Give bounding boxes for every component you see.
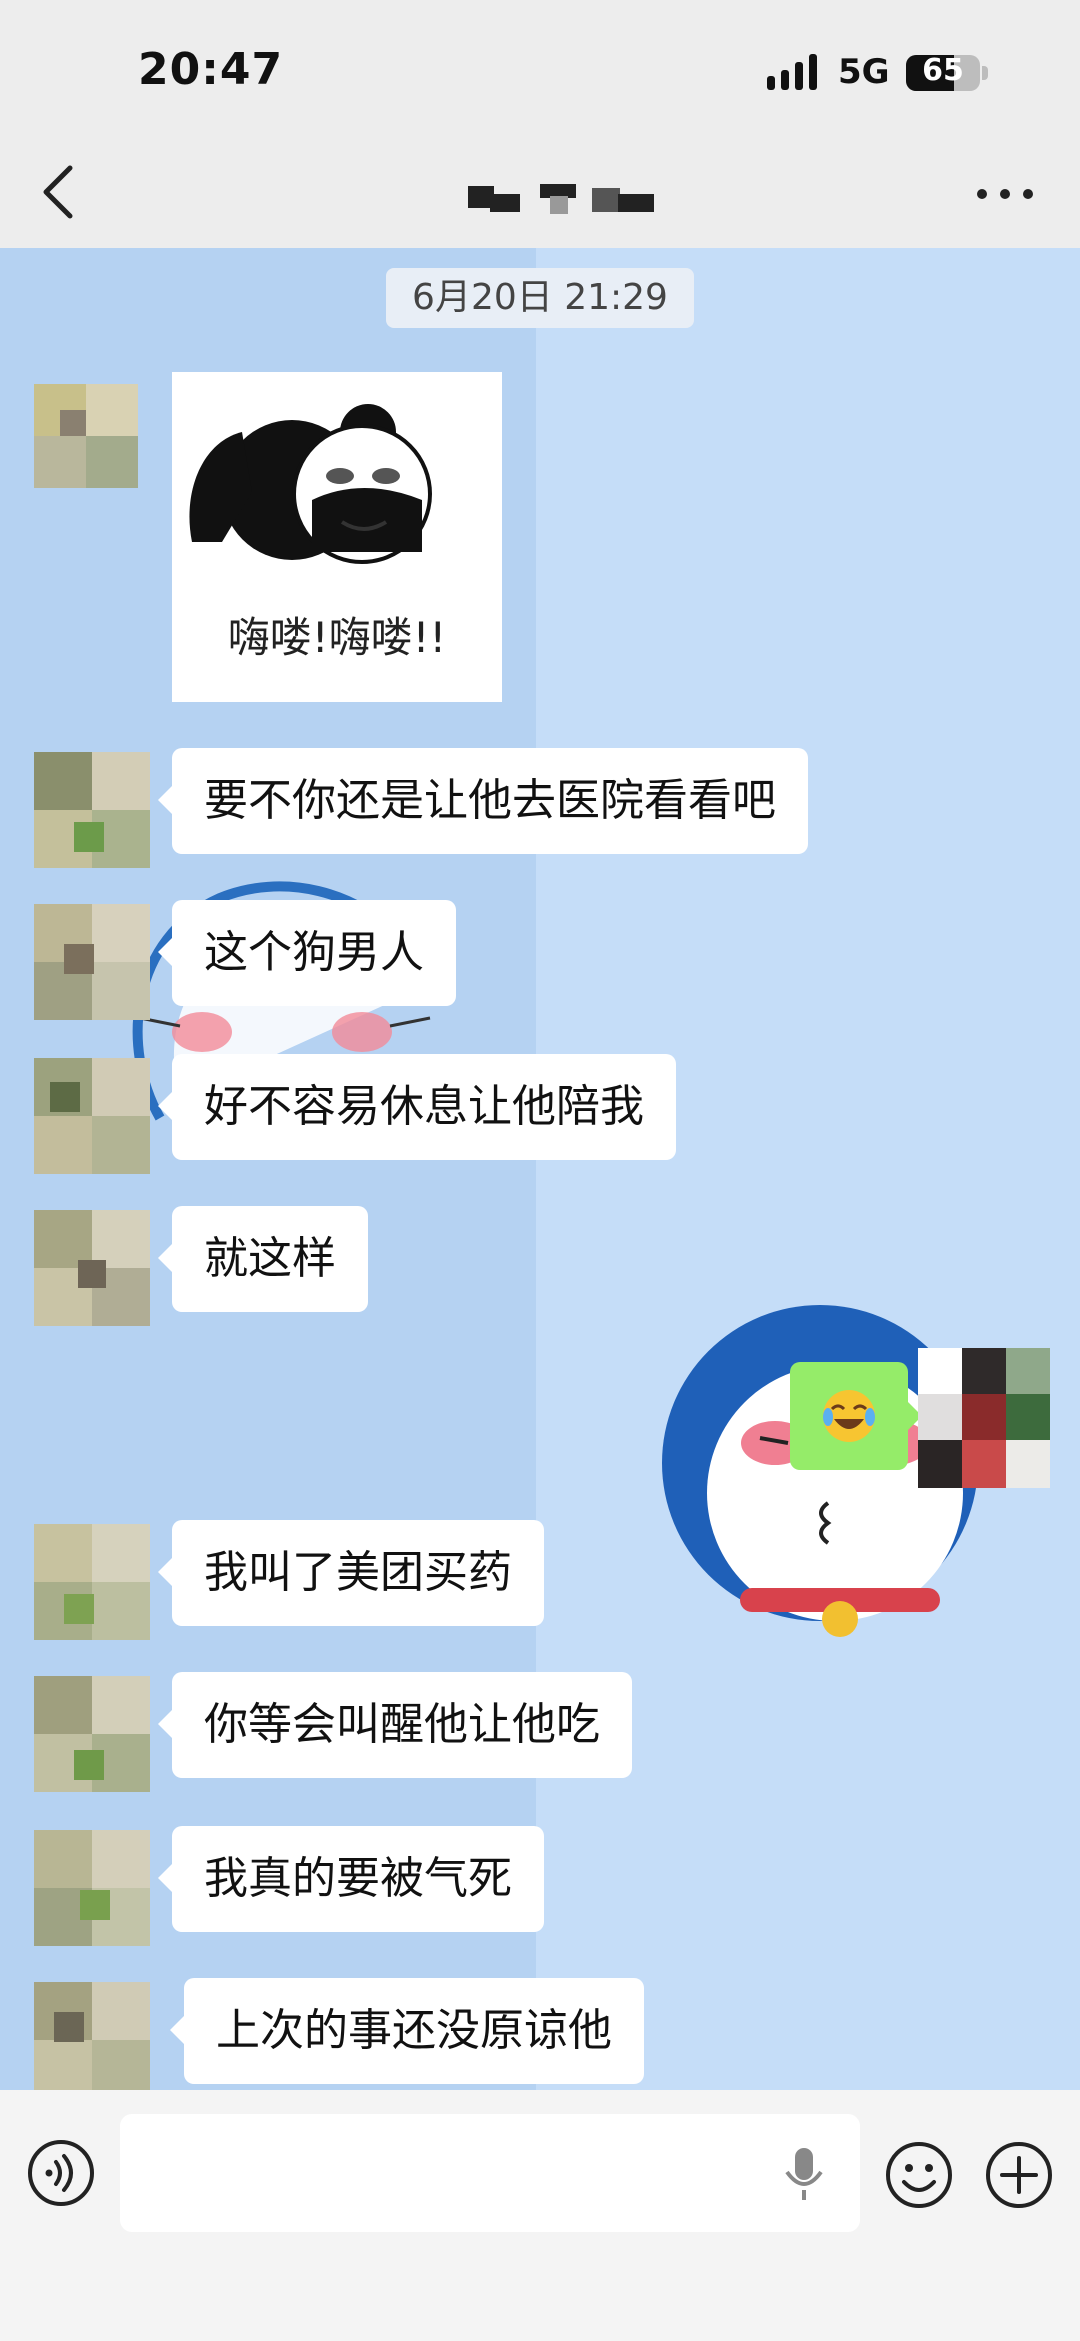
contact-avatar[interactable] — [34, 1982, 150, 2090]
self-message-bubble[interactable] — [790, 1362, 922, 1470]
plus-button[interactable] — [984, 2140, 1054, 2210]
message-bubble[interactable]: 这个狗男人 — [158, 900, 456, 1006]
status-time: 20:47 — [138, 44, 284, 95]
emoji-button[interactable] — [884, 2140, 954, 2210]
contact-avatar[interactable] — [34, 1058, 150, 1174]
status-bar: 20:47 5G 65 — [0, 0, 1080, 140]
message-bubble[interactable]: 我真的要被气死 — [158, 1826, 544, 1932]
contact-avatar[interactable] — [34, 904, 150, 1020]
contact-avatar[interactable] — [34, 1830, 150, 1946]
battery-icon: 65 — [906, 55, 980, 91]
message-timestamp: 6月20日 21:29 — [386, 268, 694, 328]
chat-area[interactable]: 6月20日 21:29 嗨喽!嗨喽!! 要不你还是让他去医院看看吧 这个狗男人 … — [0, 248, 1080, 2090]
voice-toggle-button[interactable] — [26, 2138, 96, 2208]
mic-icon[interactable] — [782, 2146, 826, 2202]
network-label: 5G — [838, 52, 890, 92]
message-bubble[interactable]: 你等会叫醒他让他吃 — [158, 1672, 632, 1778]
message-bubble[interactable]: 上次的事还没原谅他 — [170, 1978, 644, 2084]
panda-sticker[interactable]: 嗨喽!嗨喽!! — [172, 372, 502, 702]
panda-meme-icon — [189, 404, 432, 564]
message-bubble[interactable]: 要不你还是让他去医院看看吧 — [158, 748, 808, 854]
laugh-cry-emoji-icon — [823, 1390, 875, 1442]
self-avatar[interactable] — [918, 1348, 1050, 1488]
message-bubble[interactable]: 好不容易休息让他陪我 — [158, 1054, 676, 1160]
contact-avatar[interactable] — [34, 1210, 150, 1326]
contact-avatar[interactable] — [34, 1676, 150, 1792]
more-options-button[interactable] — [970, 164, 1040, 224]
message-bubble[interactable]: 就这样 — [158, 1206, 368, 1312]
message-input[interactable] — [120, 2114, 860, 2232]
battery-level: 65 — [922, 55, 964, 88]
input-bar — [0, 2090, 1080, 2341]
sticker-caption: 嗨喽!嗨喽!! — [227, 613, 447, 662]
message-bubble[interactable]: 我叫了美团买药 — [158, 1520, 544, 1626]
contact-name-redacted — [468, 184, 654, 214]
contact-avatar[interactable] — [34, 752, 150, 868]
contact-avatar[interactable] — [34, 384, 138, 488]
signal-icon — [767, 54, 817, 90]
back-button[interactable] — [30, 160, 94, 224]
contact-avatar[interactable] — [34, 1524, 150, 1640]
battery-tip — [982, 66, 988, 80]
nav-bar — [0, 140, 1080, 248]
